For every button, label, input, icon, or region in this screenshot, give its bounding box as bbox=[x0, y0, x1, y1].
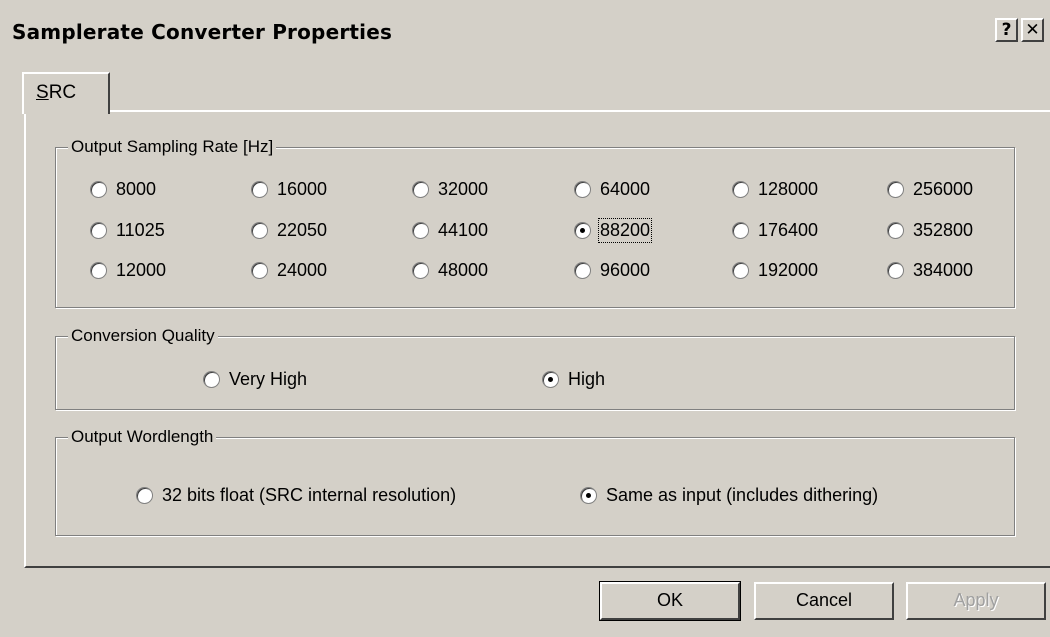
radio-circle bbox=[203, 370, 220, 388]
samplerate-converter-dialog: Samplerate Converter Properties ? ✕ SRC … bbox=[0, 0, 1050, 637]
radio-circle bbox=[887, 180, 904, 198]
radio-circle bbox=[251, 180, 268, 198]
title-bar: Samplerate Converter Properties ? ✕ bbox=[0, 0, 1050, 60]
sampling-rate-radio-64000[interactable]: 64000 bbox=[574, 178, 650, 200]
radio-circle bbox=[412, 180, 429, 198]
sampling-rate-label: 176400 bbox=[758, 219, 819, 240]
sampling-rate-label: 192000 bbox=[758, 259, 819, 280]
output-sampling-rate-group: Output Sampling Rate [Hz] bbox=[55, 137, 1015, 308]
radio-circle bbox=[574, 180, 591, 198]
sampling-rate-label: 48000 bbox=[438, 259, 489, 280]
sampling-rate-label: 256000 bbox=[913, 178, 974, 199]
sampling-rate-radio-12000[interactable]: 12000 bbox=[90, 259, 166, 281]
sampling-rate-label: 16000 bbox=[277, 178, 328, 199]
sampling-rate-radio-96000[interactable]: 96000 bbox=[574, 259, 650, 281]
wordlength-radio-32bit-float[interactable]: 32 bits float (SRC internal resolution) bbox=[136, 484, 456, 506]
window-title: Samplerate Converter Properties bbox=[12, 20, 393, 44]
output-wordlength-title: Output Wordlength bbox=[68, 427, 217, 447]
sampling-rate-label: 32000 bbox=[438, 178, 489, 199]
conversion-quality-title: Conversion Quality bbox=[68, 326, 218, 346]
radio-circle bbox=[732, 261, 749, 279]
quality-radio-very-high[interactable]: Very High bbox=[203, 368, 307, 390]
wordlength-radio-same-as-input[interactable]: Same as input (includes dithering) bbox=[580, 484, 878, 506]
radio-circle bbox=[887, 221, 904, 239]
radio-circle bbox=[574, 261, 591, 279]
sampling-rate-radio-192000[interactable]: 192000 bbox=[732, 259, 818, 281]
sampling-rate-radio-48000[interactable]: 48000 bbox=[412, 259, 488, 281]
tab-src-label: SRC bbox=[36, 82, 77, 103]
sampling-rate-radio-32000[interactable]: 32000 bbox=[412, 178, 488, 200]
sampling-rate-label: 11025 bbox=[116, 219, 165, 240]
sampling-rate-radio-88200[interactable]: 88200 bbox=[574, 217, 653, 243]
wordlength-option-label: 32 bits float (SRC internal resolution) bbox=[162, 484, 457, 505]
quality-radio-high[interactable]: High bbox=[542, 368, 605, 390]
cancel-button[interactable]: Cancel bbox=[754, 582, 894, 620]
radio-circle bbox=[136, 486, 153, 504]
sampling-rate-label: 352800 bbox=[913, 219, 974, 240]
sampling-rate-radio-22050[interactable]: 22050 bbox=[251, 219, 327, 241]
radio-circle bbox=[580, 486, 597, 504]
sampling-rate-label: 44100 bbox=[438, 219, 489, 240]
sampling-rate-radio-384000[interactable]: 384000 bbox=[887, 259, 973, 281]
apply-button[interactable]: Apply bbox=[906, 582, 1046, 620]
sampling-rate-label: 64000 bbox=[600, 178, 651, 199]
sampling-rate-label: 24000 bbox=[277, 259, 328, 280]
radio-circle bbox=[542, 370, 559, 388]
sampling-rate-radio-256000[interactable]: 256000 bbox=[887, 178, 973, 200]
sampling-rate-label: 8000 bbox=[116, 178, 157, 199]
tab-src[interactable]: SRC bbox=[22, 72, 110, 114]
sampling-rate-radio-128000[interactable]: 128000 bbox=[732, 178, 818, 200]
sampling-rate-label: 96000 bbox=[600, 259, 651, 280]
help-button[interactable]: ? bbox=[995, 18, 1018, 42]
sampling-rate-radio-352800[interactable]: 352800 bbox=[887, 219, 973, 241]
radio-circle bbox=[887, 261, 904, 279]
radio-circle bbox=[412, 221, 429, 239]
sampling-rate-label: 88200 bbox=[597, 217, 653, 243]
sampling-rate-radio-16000[interactable]: 16000 bbox=[251, 178, 327, 200]
sampling-rate-label: 384000 bbox=[913, 259, 974, 280]
wordlength-option-label: Same as input (includes dithering) bbox=[606, 484, 879, 505]
radio-circle bbox=[574, 221, 591, 239]
radio-circle bbox=[90, 261, 107, 279]
close-button[interactable]: ✕ bbox=[1021, 18, 1044, 42]
sampling-rate-radio-24000[interactable]: 24000 bbox=[251, 259, 327, 281]
radio-circle bbox=[412, 261, 429, 279]
output-sampling-rate-title: Output Sampling Rate [Hz] bbox=[68, 137, 277, 157]
radio-circle bbox=[251, 221, 268, 239]
sampling-rate-radio-8000[interactable]: 8000 bbox=[90, 178, 156, 200]
sampling-rate-label: 12000 bbox=[116, 259, 167, 280]
sampling-rate-label: 22050 bbox=[277, 219, 328, 240]
ok-button[interactable]: OK bbox=[599, 581, 741, 621]
quality-option-label: Very High bbox=[229, 368, 308, 389]
radio-circle bbox=[732, 180, 749, 198]
radio-circle bbox=[732, 221, 749, 239]
conversion-quality-group: Conversion Quality bbox=[55, 326, 1015, 410]
quality-option-label: High bbox=[568, 368, 606, 389]
sampling-rate-radio-44100[interactable]: 44100 bbox=[412, 219, 488, 241]
sampling-rate-radio-11025[interactable]: 11025 bbox=[90, 219, 165, 241]
radio-circle bbox=[251, 261, 268, 279]
sampling-rate-label: 128000 bbox=[758, 178, 819, 199]
sampling-rate-radio-176400[interactable]: 176400 bbox=[732, 219, 818, 241]
radio-circle bbox=[90, 221, 107, 239]
radio-circle bbox=[90, 180, 107, 198]
